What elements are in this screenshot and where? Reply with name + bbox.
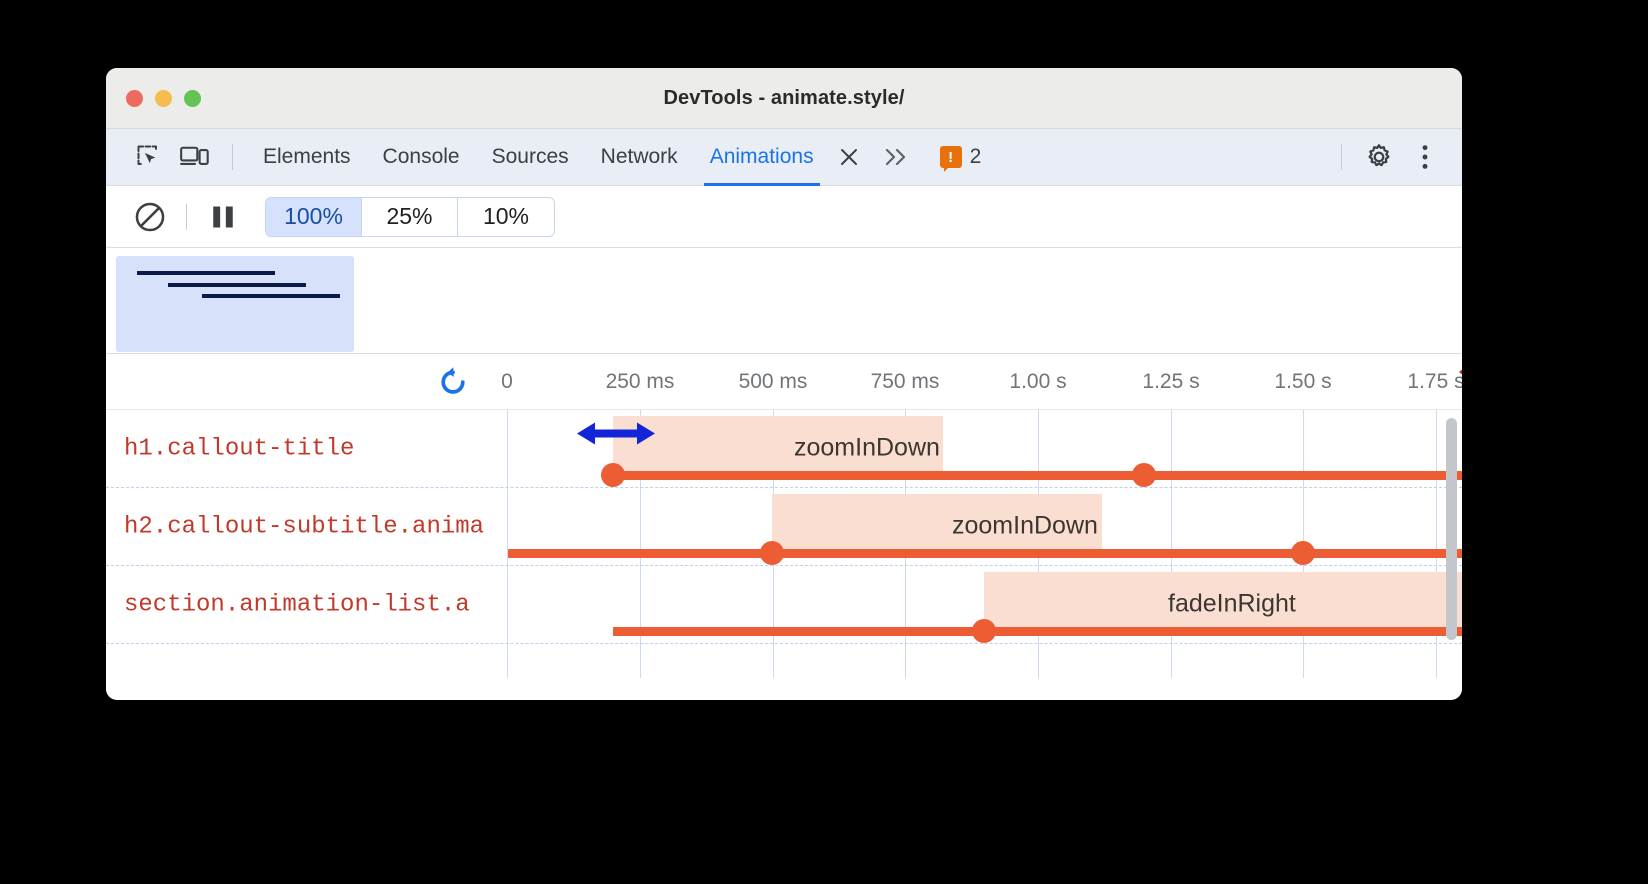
tabbar-right-actions xyxy=(1327,137,1462,177)
rows-vertical-scrollbar[interactable] xyxy=(1446,418,1457,640)
timeline-ruler[interactable]: 0 250 ms 500 ms 750 ms 1.00 s 1.25 s 1.5… xyxy=(106,354,1462,410)
ruler-tick: 500 ms xyxy=(739,370,808,394)
animations-toolbar: 100% 25% 10% xyxy=(106,186,1462,248)
keyframe-marker[interactable] xyxy=(1291,541,1315,565)
keyframe-marker[interactable] xyxy=(601,463,625,487)
inspect-element-icon[interactable] xyxy=(126,137,172,177)
preview-bar xyxy=(202,294,340,298)
animation-track[interactable]: fadeInRight xyxy=(508,566,1462,643)
chevron-double-right-icon[interactable] xyxy=(876,137,916,177)
warning-icon: ! xyxy=(940,146,962,168)
tab-console[interactable]: Console xyxy=(367,129,476,186)
warning-indicator[interactable]: ! 2 xyxy=(940,145,982,169)
window-title: DevTools - animate.style/ xyxy=(106,87,1462,110)
devtools-window: DevTools - animate.style/ Elements Conso… xyxy=(106,68,1462,700)
horizontal-resize-cursor xyxy=(575,418,657,455)
close-icon[interactable] xyxy=(832,140,866,174)
pause-icon[interactable] xyxy=(201,197,245,237)
animation-bar[interactable] xyxy=(613,627,1462,636)
animation-bar[interactable] xyxy=(508,549,1462,558)
keyframe-marker[interactable] xyxy=(760,541,784,565)
preview-bar xyxy=(137,271,275,275)
tab-animations[interactable]: Animations xyxy=(694,129,830,186)
warning-count: 2 xyxy=(970,145,982,169)
tab-elements[interactable]: Elements xyxy=(247,129,367,186)
speed-25[interactable]: 25% xyxy=(362,198,458,236)
ruler-tick: 1.75 s xyxy=(1407,370,1462,394)
ruler-tick: 750 ms xyxy=(871,370,940,394)
traffic-lights xyxy=(106,90,201,107)
animation-node-label[interactable]: h1.callout-title xyxy=(124,435,354,462)
minimize-window-button[interactable] xyxy=(155,90,172,107)
tabbar-divider xyxy=(232,144,233,170)
effect-name-label: fadeInRight xyxy=(1168,590,1296,619)
speed-100[interactable]: 100% xyxy=(266,198,362,236)
keyframe-marker[interactable] xyxy=(972,619,996,643)
keyframe-marker[interactable] xyxy=(1132,463,1156,487)
animation-track[interactable]: zoomInDown xyxy=(508,488,1462,565)
device-toolbar-icon[interactable] xyxy=(172,137,218,177)
timeline-end-marker[interactable] xyxy=(1459,361,1462,383)
close-window-button[interactable] xyxy=(126,90,143,107)
ruler-tick: 250 ms xyxy=(606,370,675,394)
devtools-tabbar: Elements Console Sources Network Animati… xyxy=(106,129,1462,186)
effect-name-label: zoomInDown xyxy=(794,434,940,463)
toolbar-divider xyxy=(186,204,187,230)
animation-track[interactable]: zoomInDown xyxy=(508,410,1462,487)
playback-speed-group: 100% 25% 10% xyxy=(265,197,555,237)
maximize-window-button[interactable] xyxy=(184,90,201,107)
ruler-tick: 1.50 s xyxy=(1274,370,1331,394)
ruler-tick: 1.25 s xyxy=(1142,370,1199,394)
preview-bar xyxy=(168,283,306,287)
animation-row[interactable]: h1.callout-title zoomInDown xyxy=(106,410,1462,488)
ruler-tick: 0 xyxy=(501,370,513,394)
window-titlebar: DevTools - animate.style/ xyxy=(106,68,1462,129)
effect-name-label: zoomInDown xyxy=(952,512,1098,541)
animation-node-label[interactable]: h2.callout-subtitle.anima xyxy=(124,513,484,540)
animations-rows: h1.callout-title zoomInDown h2.callout-s… xyxy=(106,410,1462,678)
ruler-tick: 1.00 s xyxy=(1009,370,1066,394)
replay-icon[interactable] xyxy=(433,362,473,402)
tab-network[interactable]: Network xyxy=(585,129,694,186)
animation-group-preview[interactable] xyxy=(116,256,354,352)
animation-bar[interactable] xyxy=(613,471,1462,480)
tab-sources[interactable]: Sources xyxy=(476,129,585,186)
clear-all-icon[interactable] xyxy=(128,197,172,237)
gear-icon[interactable] xyxy=(1356,137,1402,177)
animation-node-label[interactable]: section.animation-list.a xyxy=(124,591,470,618)
animation-groups-strip xyxy=(106,248,1462,354)
speed-10[interactable]: 10% xyxy=(458,198,554,236)
animation-row[interactable]: h2.callout-subtitle.anima zoomInDown xyxy=(106,488,1462,566)
tabbar-divider-right xyxy=(1341,144,1342,170)
three-dot-menu-icon[interactable] xyxy=(1402,137,1448,177)
animation-row[interactable]: section.animation-list.a fadeInRight xyxy=(106,566,1462,644)
